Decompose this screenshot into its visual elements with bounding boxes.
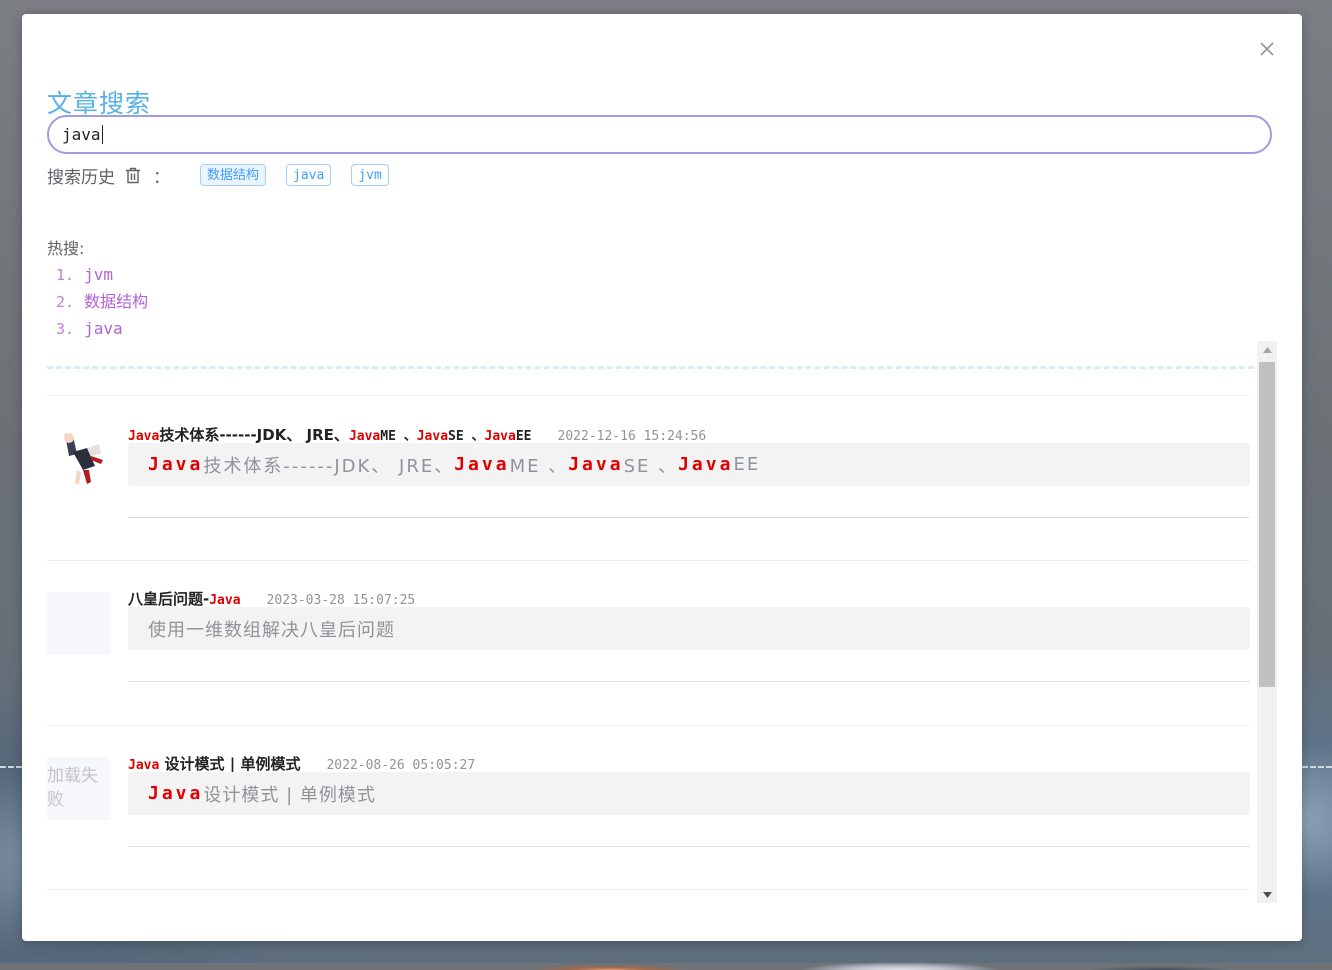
result-divider (128, 846, 1250, 847)
hot-search-label: 热搜: (47, 239, 85, 258)
summary-text: EE (733, 454, 761, 475)
scroll-down-button[interactable] (1257, 886, 1277, 903)
result-title[interactable]: 八皇后问题- Java 2023-03-28 15:07:25 (128, 588, 415, 609)
title-highlight: Java (484, 429, 516, 444)
history-tag[interactable]: java (286, 164, 332, 186)
title-highlight: Java (416, 429, 449, 444)
trash-icon (126, 167, 140, 183)
history-tag[interactable]: 数据结构 (200, 164, 267, 186)
result-date: 2023-03-28 15:07:25 (266, 593, 416, 608)
result-date: 2022-08-26 05:05:27 (326, 758, 476, 773)
history-tag[interactable]: jvm (351, 164, 389, 186)
result-item[interactable]: 八皇后问题- Java 2023-03-28 15:07:25 使用一维数组解决八… (47, 560, 1250, 725)
title-text: 设计模式 | 单例模式 (159, 755, 301, 773)
title-text: SE 、 (448, 429, 485, 444)
background-divider-right (1302, 766, 1332, 768)
result-thumbnail-failed: 加载失败 (47, 757, 110, 820)
summary-text: ME 、 (509, 455, 569, 477)
result-summary: Java 设计模式 | 单例模式 (128, 772, 1250, 815)
result-summary: Java 技术体系------JDK、 JRE、 Java ME 、 Java SE 、 J… (128, 443, 1250, 486)
hot-search-item[interactable]: 1. jvm (56, 261, 148, 288)
result-item[interactable]: Java 技术体系------JDK、 JRE、 Java ME 、 Java S… (47, 395, 1250, 560)
hot-search-rank: 2. (56, 293, 75, 311)
hot-search-text: jvm (84, 265, 113, 284)
summary-text: SE 、 (623, 455, 679, 477)
result-date: 2022-12-16 15:24:56 (557, 429, 707, 444)
search-history-label: 搜索历史 (47, 167, 115, 188)
hot-search-item[interactable]: 3. java (56, 315, 148, 342)
hot-search-text: java (84, 319, 123, 338)
hot-search-rank: 3. (56, 320, 75, 338)
title-highlight: Java (128, 758, 160, 773)
title-text: EE (515, 429, 532, 444)
close-icon (1260, 42, 1274, 56)
scroll-thumb[interactable] (1259, 362, 1275, 687)
summary-highlight: Java (148, 454, 204, 475)
summary-text: 使用一维数组解决八皇后问题 (148, 619, 395, 641)
hot-search-rank: 1. (56, 266, 75, 284)
title-text: 技术体系------JDK、 JRE、 (159, 426, 349, 444)
summary-text: 技术体系------JDK、 JRE、 (203, 455, 455, 477)
result-summary: 使用一维数组解决八皇后问题 (128, 607, 1250, 650)
search-input[interactable]: java (47, 115, 1272, 154)
title-highlight: Java (348, 429, 381, 444)
search-input-value: java (62, 125, 101, 144)
summary-text: 设计模式 | 单例模式 (203, 784, 376, 806)
scroll-up-button[interactable] (1257, 341, 1277, 358)
results-scrollbar[interactable] (1257, 341, 1277, 903)
title-text: 八皇后问题- (128, 590, 210, 608)
avatar-image (47, 426, 110, 489)
result-title[interactable]: Java 技术体系------JDK、 JRE、 Java ME 、 Java S… (128, 424, 706, 445)
clear-history-button[interactable] (125, 167, 141, 184)
background-divider-left (0, 766, 22, 768)
title-highlight: Java (209, 593, 241, 608)
title-text: ME 、 (380, 429, 417, 444)
search-history: 搜索历史 ： 数据结构 java jvm (47, 162, 409, 188)
result-thumbnail (47, 592, 110, 655)
result-item[interactable]: 加载失败 Java 设计模式 | 单例模式 2022-08-26 05:05:2… (47, 725, 1250, 890)
result-title[interactable]: Java 设计模式 | 单例模式 2022-08-26 05:05:27 (128, 753, 475, 774)
title-highlight: Java (128, 429, 160, 444)
search-dialog: 文章搜索 java 搜索历史 ： 数据结构 java jvm 热搜: 1. jvm… (22, 14, 1302, 941)
hot-search-list: 1. jvm 2. 数据结构 3. java (56, 261, 148, 342)
close-button[interactable] (1258, 40, 1276, 58)
text-caret (101, 125, 103, 144)
hot-search-text: 数据结构 (84, 292, 149, 311)
search-history-colon: ： (153, 167, 170, 188)
arrow-down-icon (1262, 891, 1272, 898)
summary-highlight: Java (568, 454, 624, 475)
arrow-up-icon (1262, 346, 1272, 353)
summary-highlight: Java (678, 454, 734, 475)
hot-search-item[interactable]: 2. 数据结构 (56, 288, 148, 315)
summary-highlight: Java (148, 783, 204, 804)
result-thumbnail (47, 426, 110, 489)
section-divider (47, 366, 1272, 369)
result-divider (128, 681, 1250, 682)
result-item-divider (47, 889, 1250, 891)
result-divider (128, 517, 1250, 518)
summary-highlight: Java (454, 454, 510, 475)
